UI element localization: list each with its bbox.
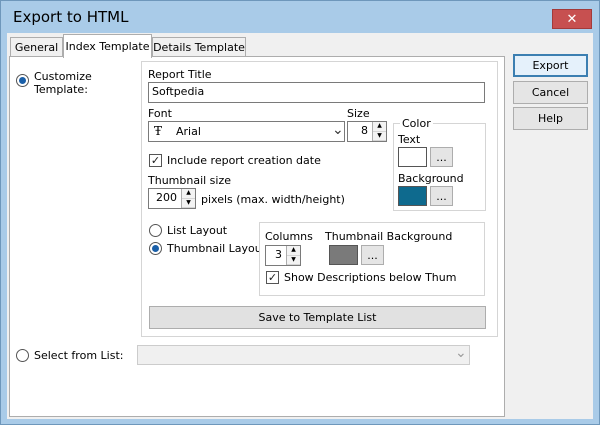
font-value: Arial <box>176 125 201 138</box>
customize-template-radio[interactable] <box>16 74 29 87</box>
font-label: Font <box>148 107 172 120</box>
thumbnail-options-group: Columns 3 ▲ ▼ Thumbnail Background ... ✓… <box>259 222 485 296</box>
tab-details-template[interactable]: Details Template <box>152 37 246 57</box>
arrow-up-icon[interactable]: ▲ <box>287 246 300 256</box>
export-dialog: Export to HTML ✕ General Index Template … <box>0 0 600 425</box>
tab-general[interactable]: General <box>10 37 63 57</box>
text-color-swatch <box>398 147 427 167</box>
tab-label: General <box>14 41 59 54</box>
select-from-list-radio[interactable] <box>16 349 29 362</box>
help-button[interactable]: Help <box>513 107 588 130</box>
tab-index-template[interactable]: Index Template <box>63 34 152 58</box>
columns-value: 3 <box>275 248 282 261</box>
font-type-icon: Ŧ <box>154 124 163 138</box>
thumbnail-size-label: Thumbnail size <box>148 174 232 187</box>
cancel-button-label: Cancel <box>531 86 570 99</box>
include-date-label: Include report creation date <box>167 154 321 167</box>
font-select[interactable]: Ŧ Arial ⌄ <box>148 121 345 142</box>
color-group-title: Color <box>400 117 433 130</box>
thumbnail-size-stepper[interactable]: 200 ▲ ▼ <box>148 188 196 209</box>
template-list-select[interactable]: ⌄ <box>137 345 470 365</box>
title-bar: Export to HTML ✕ <box>1 1 599 33</box>
thumbnail-background-picker-button[interactable]: ... <box>361 245 384 265</box>
pixels-label: pixels (max. width/height) <box>201 193 345 206</box>
cancel-button[interactable]: Cancel <box>513 81 588 104</box>
size-value: 8 <box>361 124 368 137</box>
check-icon: ✓ <box>150 154 161 167</box>
list-layout-radio[interactable] <box>149 224 162 237</box>
thumbnail-background-label: Thumbnail Background <box>325 230 453 243</box>
arrow-down-icon[interactable]: ▼ <box>287 255 300 265</box>
dialog-client: General Index Template Details Template … <box>7 33 593 419</box>
show-descriptions-label: Show Descriptions below Thum <box>284 271 457 284</box>
save-to-template-list-button[interactable]: Save to Template List <box>149 306 486 329</box>
report-title-input[interactable]: Softpedia <box>148 82 485 103</box>
arrow-up-icon[interactable]: ▲ <box>373 122 386 132</box>
arrow-down-icon[interactable]: ▼ <box>373 131 386 141</box>
index-template-page: Customize Template: Report Title Softped… <box>9 56 505 417</box>
help-button-label: Help <box>537 112 564 125</box>
window-title: Export to HTML <box>13 8 129 26</box>
template-settings-panel: Report Title Softpedia Font Ŧ Arial ⌄ Si… <box>141 61 498 337</box>
export-button-label: Export <box>532 59 569 72</box>
check-icon: ✓ <box>267 271 278 284</box>
size-spin-buttons[interactable]: ▲ ▼ <box>372 122 386 141</box>
close-icon: ✕ <box>566 11 578 27</box>
thumbnail-background-swatch <box>329 245 358 265</box>
thumbnail-layout-label: Thumbnail Layout <box>167 242 267 255</box>
thumbnail-layout-radio[interactable] <box>149 242 162 255</box>
columns-stepper[interactable]: 3 ▲ ▼ <box>265 245 301 266</box>
include-date-checkbox[interactable]: ✓ <box>149 154 162 167</box>
background-color-picker-button[interactable]: ... <box>430 186 453 206</box>
size-label: Size <box>347 107 370 120</box>
columns-spin-buttons[interactable]: ▲ ▼ <box>286 246 300 265</box>
chevron-down-icon: ⌄ <box>455 345 467 361</box>
arrow-up-icon[interactable]: ▲ <box>182 189 195 199</box>
thumbnail-spin-buttons[interactable]: ▲ ▼ <box>181 189 195 208</box>
save-button-label: Save to Template List <box>258 311 377 324</box>
arrow-down-icon[interactable]: ▼ <box>182 198 195 208</box>
thumbnail-size-value: 200 <box>156 191 177 204</box>
export-button[interactable]: Export <box>513 54 588 77</box>
size-stepper[interactable]: 8 ▲ ▼ <box>347 121 387 142</box>
customize-template-label: Customize Template: <box>34 70 92 96</box>
tab-label: Index Template <box>65 40 150 53</box>
picker-button-label: ... <box>367 248 378 262</box>
show-descriptions-checkbox[interactable]: ✓ <box>266 271 279 284</box>
report-title-value: Softpedia <box>152 85 205 98</box>
chevron-down-icon: ⌄ <box>332 122 344 138</box>
report-title-label: Report Title <box>148 68 212 81</box>
close-button[interactable]: ✕ <box>552 9 592 29</box>
tab-label: Details Template <box>153 41 245 54</box>
picker-button-label: ... <box>436 189 447 203</box>
background-color-label: Background <box>398 172 464 185</box>
text-color-picker-button[interactable]: ... <box>430 147 453 167</box>
background-color-swatch <box>398 186 427 206</box>
columns-label: Columns <box>265 230 313 243</box>
list-layout-label: List Layout <box>167 224 228 237</box>
picker-button-label: ... <box>436 150 447 164</box>
select-from-list-label: Select from List: <box>34 349 124 362</box>
text-color-label: Text <box>398 133 421 146</box>
